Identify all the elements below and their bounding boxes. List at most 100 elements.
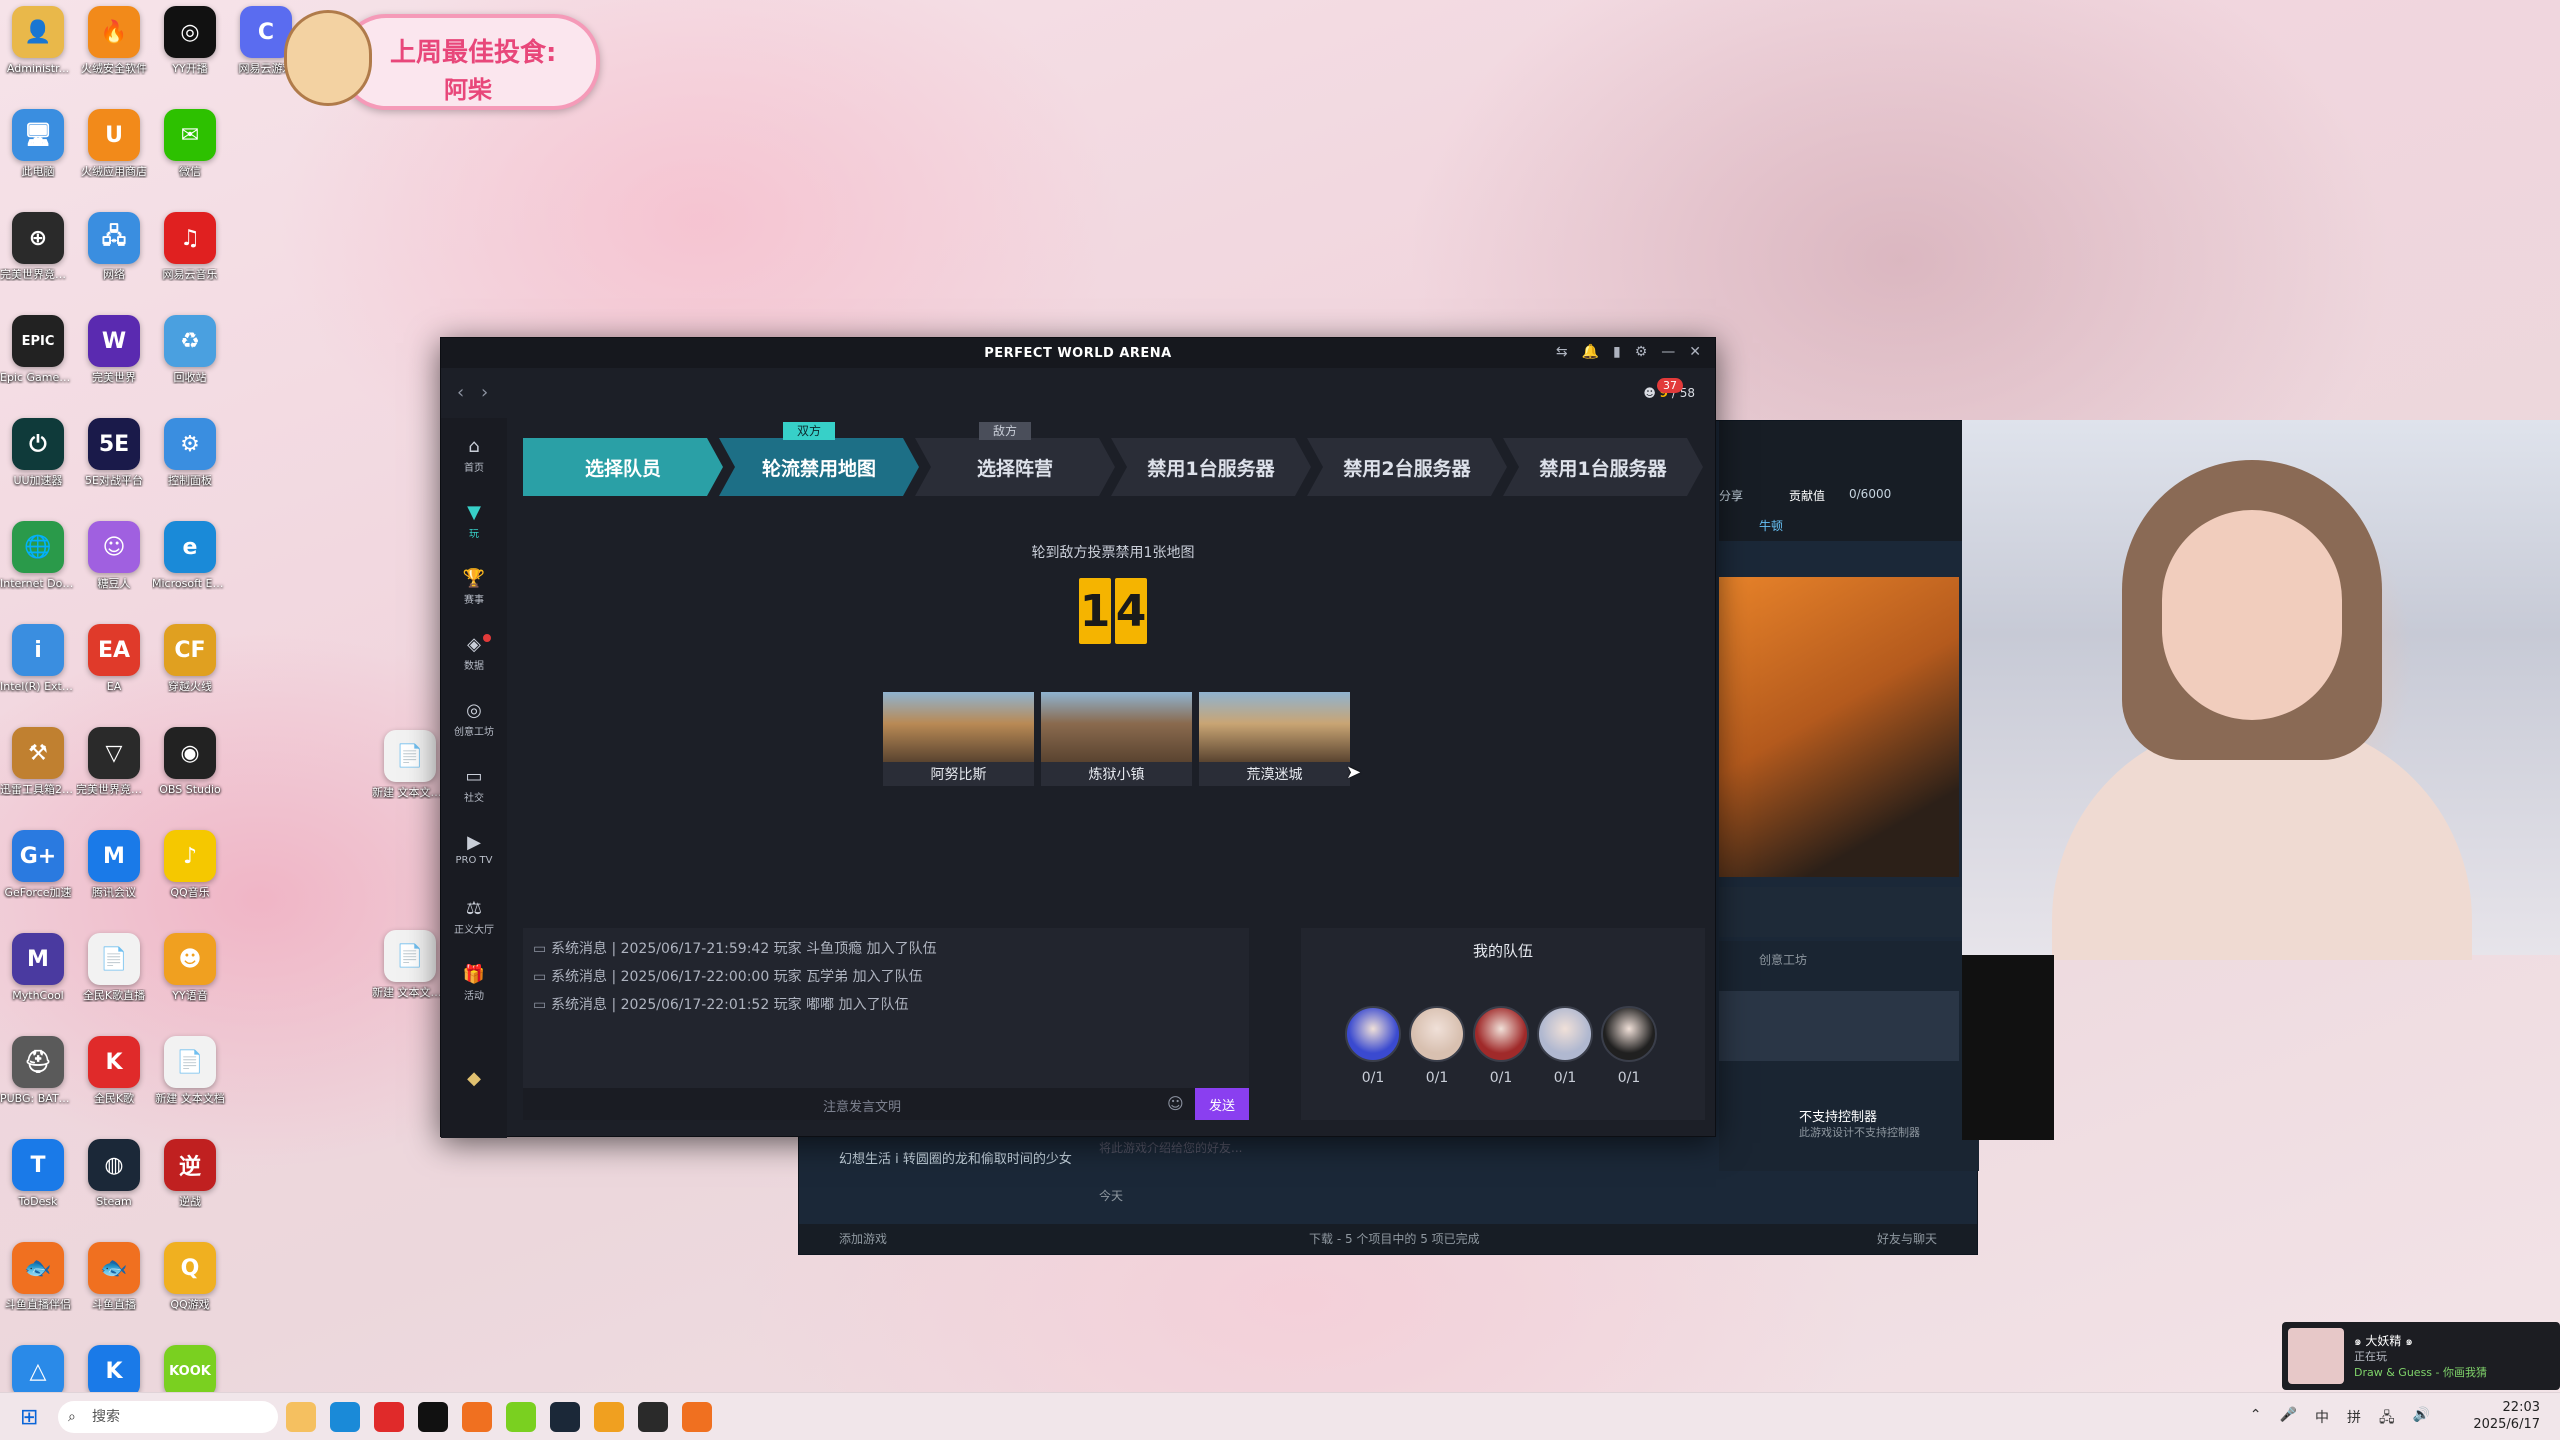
map-card[interactable]: 阿努比斯 — [883, 692, 1034, 786]
desktop-icon[interactable]: ⚙ 控制面板 — [152, 418, 228, 487]
ime-mode[interactable]: 拼 — [2347, 1407, 2361, 1431]
friend-notification[interactable]: ๑ 大妖精 ๑ 正在玩 Draw & Guess - 你画我猜 — [2282, 1322, 2560, 1390]
desktop-icon[interactable]: EA EA — [76, 624, 152, 693]
minimize-icon[interactable]: — — [1661, 344, 1675, 360]
desktop-icon[interactable]: 🐟 斗鱼直播伴侣 — [0, 1242, 76, 1311]
close-icon[interactable]: ✕ — [1689, 344, 1701, 360]
desktop-icon[interactable]: M 腾讯会议 — [76, 830, 152, 899]
desktop-icon[interactable]: 5E 5E对战平台 — [76, 418, 152, 487]
team-member[interactable]: 0/1 — [1537, 1006, 1593, 1086]
sidebar-item-social[interactable]: ▭ 社交 — [441, 766, 507, 804]
taskbar-app-icon[interactable] — [682, 1402, 712, 1432]
settings-icon[interactable]: ⚙ — [1635, 344, 1648, 360]
sidebar-item-play[interactable]: ▼ 玩 — [441, 502, 507, 540]
desktop-icon[interactable]: T ToDesk — [0, 1139, 76, 1208]
desktop-icon[interactable]: i Intel(R) Extre... — [0, 624, 76, 693]
desktop-icon[interactable]: ◉ OBS Studio — [152, 727, 228, 796]
team-member[interactable]: 0/1 — [1345, 1006, 1401, 1086]
desktop-icon[interactable]: 🌐 Internet Downlo... — [0, 521, 76, 590]
desktop-icon[interactable]: M MythCool — [0, 933, 76, 1002]
desktop-icon[interactable]: ⊕ 完美世界竞技平台 — [0, 212, 76, 281]
desktop-icon[interactable]: ◍ Steam — [76, 1139, 152, 1208]
volume-icon[interactable]: 🔊 — [2413, 1407, 2430, 1431]
signal-icon[interactable]: ▮ — [1613, 344, 1621, 360]
steam-user[interactable]: 牛顿 — [1759, 517, 1783, 534]
desktop-icon[interactable]: ▽ 完美世界竞技平台 — [76, 727, 152, 796]
taskbar-app-icon[interactable] — [594, 1402, 624, 1432]
team-member[interactable]: 0/1 — [1601, 1006, 1657, 1086]
desktop-icon[interactable]: ⏻ UU加速器 — [0, 418, 76, 487]
sidebar-item-justice-hall[interactable]: ⚖ 正义大厅 — [441, 898, 507, 936]
desktop-icon[interactable]: 🖥 此电脑 — [0, 109, 76, 178]
taskbar-app-icon[interactable] — [418, 1402, 448, 1432]
desktop-icon[interactable]: W 完美世界 — [76, 315, 152, 384]
desktop-icon[interactable]: ⚒ 迅雷工具箱2024 — [0, 727, 76, 796]
network-icon[interactable]: 🖧 — [2379, 1407, 2395, 1431]
clock[interactable]: 22:03 2025/6/17 — [2473, 1399, 2540, 1433]
emoji-icon[interactable]: ☺ — [1167, 1094, 1184, 1113]
game-item[interactable]: 幻想生活 i 转圆圈的龙和偷取时间的少女 — [799, 1144, 1099, 1171]
desktop-icon[interactable]: CF 穿越火线 — [152, 624, 228, 693]
map-card[interactable]: 炼狱小镇 — [1041, 692, 1192, 786]
taskbar-app-icon[interactable] — [330, 1402, 360, 1432]
desktop-icon[interactable]: 📄 新建 文本文档 (2) — [372, 730, 448, 799]
taskbar-app-icon[interactable] — [374, 1402, 404, 1432]
online-count[interactable]: ☻ 9 / 58 37 — [1643, 378, 1695, 400]
back-icon[interactable]: ‹ — [457, 382, 464, 403]
desktop-icon[interactable]: 🖧 网络 — [76, 212, 152, 281]
chat-input[interactable]: 注意发言文明 ☺ 发送 — [523, 1088, 1249, 1120]
desktop-icon[interactable]: 📄 新建 文本文档 — [152, 1036, 228, 1105]
taskbar-search[interactable]: ⌕ 搜索 — [58, 1401, 278, 1433]
map-card[interactable]: 荒漠迷城 — [1199, 692, 1350, 786]
sidebar-item-events[interactable]: 🎁 活动 — [441, 964, 507, 1002]
desktop-icon[interactable]: ✉ 微信 — [152, 109, 228, 178]
swap-icon[interactable]: ⇆ — [1556, 344, 1568, 360]
windows-start-icon[interactable]: ⊞ — [20, 1405, 38, 1430]
desktop-icon[interactable]: EPIC Epic Games Launcher — [0, 315, 76, 384]
taskbar-app-icon[interactable] — [550, 1402, 580, 1432]
friends-chat-button[interactable]: 好友与聊天 — [1877, 1224, 1937, 1254]
desktop-icon[interactable]: ♪ QQ音乐 — [152, 830, 228, 899]
desktop-icon[interactable]: 📄 新建 文本文档 (3) — [372, 930, 448, 999]
share-tab[interactable]: 分享 — [1719, 487, 1743, 504]
desktop-icon[interactable]: 🐟 斗鱼直播 — [76, 1242, 152, 1311]
team-member[interactable]: 0/1 — [1409, 1006, 1465, 1086]
desktop-icon[interactable]: ◎ YY开播 — [152, 6, 228, 75]
sidebar-item-workshop[interactable]: ◎ 创意工坊 — [441, 700, 507, 738]
team-member[interactable]: 0/1 — [1473, 1006, 1529, 1086]
send-button[interactable]: 发送 — [1195, 1088, 1249, 1120]
desktop-icon[interactable]: ☺ 糖豆人 — [76, 521, 152, 590]
mic-icon[interactable]: 🎤 — [2280, 1407, 2297, 1431]
desktop-icon[interactable]: 🔥 火绒安全软件 — [76, 6, 152, 75]
sidebar-item-stats[interactable]: ◈ 数据 — [441, 634, 507, 672]
desktop-icon[interactable]: 逆逆战 — [152, 1139, 228, 1208]
sidebar-item-pro-tv[interactable]: ▶ PRO TV — [441, 832, 507, 866]
chevron-up-icon[interactable]: ⌃ — [2250, 1407, 2262, 1431]
desktop-icon[interactable]: K 全民K歌 — [76, 1036, 152, 1105]
workshop-link[interactable]: 创意工坊 — [1759, 951, 1807, 968]
bell-icon[interactable]: 🔔 — [1582, 344, 1599, 360]
desktop-icon[interactable]: G+ GeForce加速 — [0, 830, 76, 899]
desktop-icon[interactable]: ☻ YY语音 — [152, 933, 228, 1002]
activity-input[interactable]: 将此游戏介绍给您的好友... — [1099, 1139, 1242, 1156]
sidebar-item-tournament[interactable]: 🏆 赛事 — [441, 568, 507, 606]
desktop-icon[interactable]: ⛑ PUBG: BATTLEGR... — [0, 1036, 76, 1105]
taskbar-app-icon[interactable] — [462, 1402, 492, 1432]
sidebar-item-shop[interactable]: ◆ — [441, 1068, 507, 1091]
download-status[interactable]: 下载 - 5 个项目中的 5 项已完成 — [1309, 1224, 1480, 1254]
desktop-icon[interactable]: ♫ 网易云音乐 — [152, 212, 228, 281]
taskbar-app-icon[interactable] — [506, 1402, 536, 1432]
ime-indicator[interactable]: 中 — [2315, 1407, 2329, 1431]
sidebar-item-home[interactable]: ⌂ 首页 — [441, 436, 507, 474]
contrib-tab[interactable]: 贡献值 — [1789, 487, 1825, 504]
desktop-icon[interactable]: 👤 Administr... — [0, 6, 76, 75]
desktop-icon[interactable]: e Microsoft Edge — [152, 521, 228, 590]
desktop-icon[interactable]: Q QQ游戏 — [152, 1242, 228, 1311]
add-game-button[interactable]: 添加游戏 — [839, 1224, 887, 1254]
desktop-icon[interactable]: ♻ 回收站 — [152, 315, 228, 384]
desktop-icon[interactable]: U 火绒应用商店 — [76, 109, 152, 178]
desktop-icon[interactable]: 📄 全民K歌直播 — [76, 933, 152, 1002]
taskbar-app-icon[interactable] — [286, 1402, 316, 1432]
taskbar-app-icon[interactable] — [638, 1402, 668, 1432]
forward-icon[interactable]: › — [481, 382, 488, 403]
